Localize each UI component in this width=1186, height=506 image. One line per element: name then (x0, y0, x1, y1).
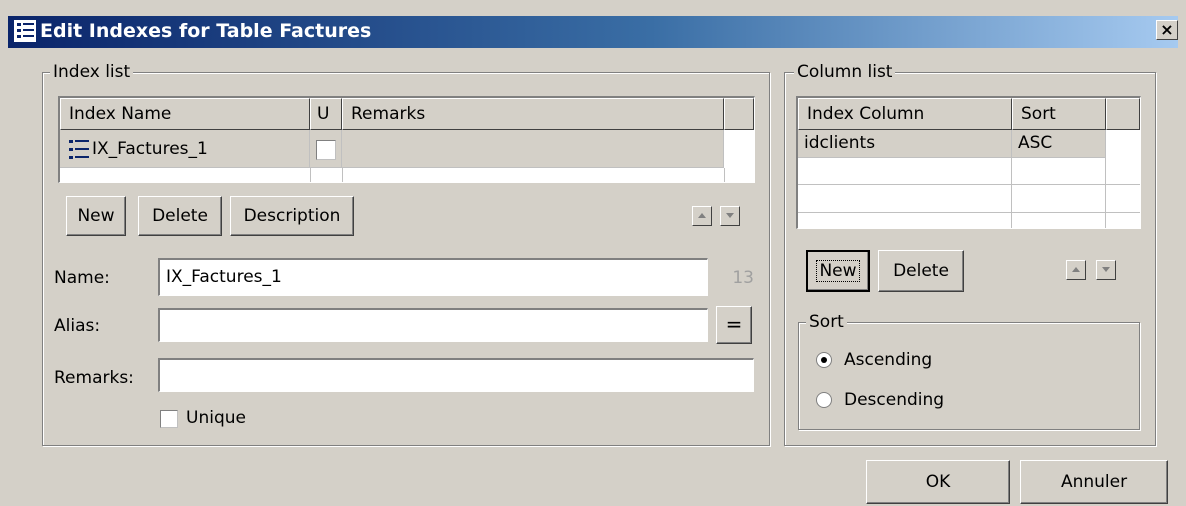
window-title: Edit Indexes for Table Factures (40, 20, 372, 42)
title-bar: Edit Indexes for Table Factures × (8, 16, 1178, 48)
index-list-legend: Index list (50, 62, 134, 82)
column-new-label: New (816, 260, 860, 282)
empty-row (60, 168, 754, 182)
unique-cell[interactable] (310, 130, 342, 168)
column-header-index-column[interactable]: Index Column (798, 98, 1012, 130)
column-new-button[interactable]: New (806, 250, 870, 292)
descending-radio[interactable] (816, 392, 832, 408)
alias-equals-button[interactable]: = (716, 306, 752, 344)
index-name-cell[interactable]: IX_Factures_1 (60, 130, 310, 168)
table-row[interactable]: IX_Factures_1 (60, 130, 754, 168)
arrow-down-icon[interactable] (720, 206, 740, 226)
close-button[interactable]: × (1156, 20, 1178, 40)
ascending-label[interactable]: Ascending (844, 350, 932, 370)
table-row[interactable]: idclients ASC (798, 130, 1140, 158)
cancel-button[interactable]: Annuler (1020, 460, 1168, 504)
arrow-up-icon[interactable] (1066, 260, 1086, 280)
index-delete-button[interactable]: Delete (138, 196, 222, 236)
alias-label: Alias: (54, 316, 101, 336)
column-header-filler (724, 98, 754, 130)
remarks-cell[interactable] (342, 130, 724, 168)
index-name-text: IX_Factures_1 (92, 139, 208, 159)
column-header-remarks[interactable]: Remarks (342, 98, 724, 130)
alias-field[interactable] (158, 308, 708, 342)
index-column-cell[interactable]: idclients (798, 130, 1012, 158)
row-filler (1106, 130, 1140, 158)
ok-button[interactable]: OK (866, 460, 1010, 504)
column-header-sort[interactable]: Sort (1012, 98, 1106, 130)
index-description-button[interactable]: Description (230, 196, 354, 236)
remarks-field[interactable] (158, 358, 754, 392)
descending-label[interactable]: Descending (844, 390, 944, 410)
sort-group (798, 322, 1140, 430)
sort-legend: Sort (806, 312, 847, 332)
unique-checkbox[interactable] (160, 410, 178, 428)
dialog-window: Edit Indexes for Table Factures × Index … (0, 0, 1186, 506)
column-delete-button[interactable]: Delete (878, 250, 964, 292)
name-field[interactable]: IX_Factures_1 (158, 258, 708, 296)
name-label: Name: (54, 268, 110, 288)
index-list-icon (66, 138, 92, 160)
unique-cell-checkbox[interactable] (316, 140, 336, 160)
index-list-grid: Index Name U Remarks IX_Factures_1 (58, 96, 755, 183)
column-header-filler (1106, 98, 1140, 130)
unique-label[interactable]: Unique (186, 408, 246, 428)
column-header-index-name[interactable]: Index Name (60, 98, 310, 130)
arrow-up-icon[interactable] (692, 206, 712, 226)
remarks-label: Remarks: (54, 368, 134, 388)
index-new-button[interactable]: New (66, 196, 126, 236)
column-list-grid: Index Column Sort idclients ASC (796, 96, 1141, 229)
name-length-counter: 13 (732, 268, 754, 288)
row-filler (724, 130, 754, 168)
sort-cell[interactable]: ASC (1012, 130, 1106, 158)
column-header-unique[interactable]: U (310, 98, 342, 130)
ascending-radio[interactable] (816, 352, 832, 368)
empty-rows (798, 158, 1140, 228)
arrow-down-icon[interactable] (1096, 260, 1116, 280)
index-list-icon (14, 20, 36, 42)
column-list-legend: Column list (794, 62, 896, 82)
